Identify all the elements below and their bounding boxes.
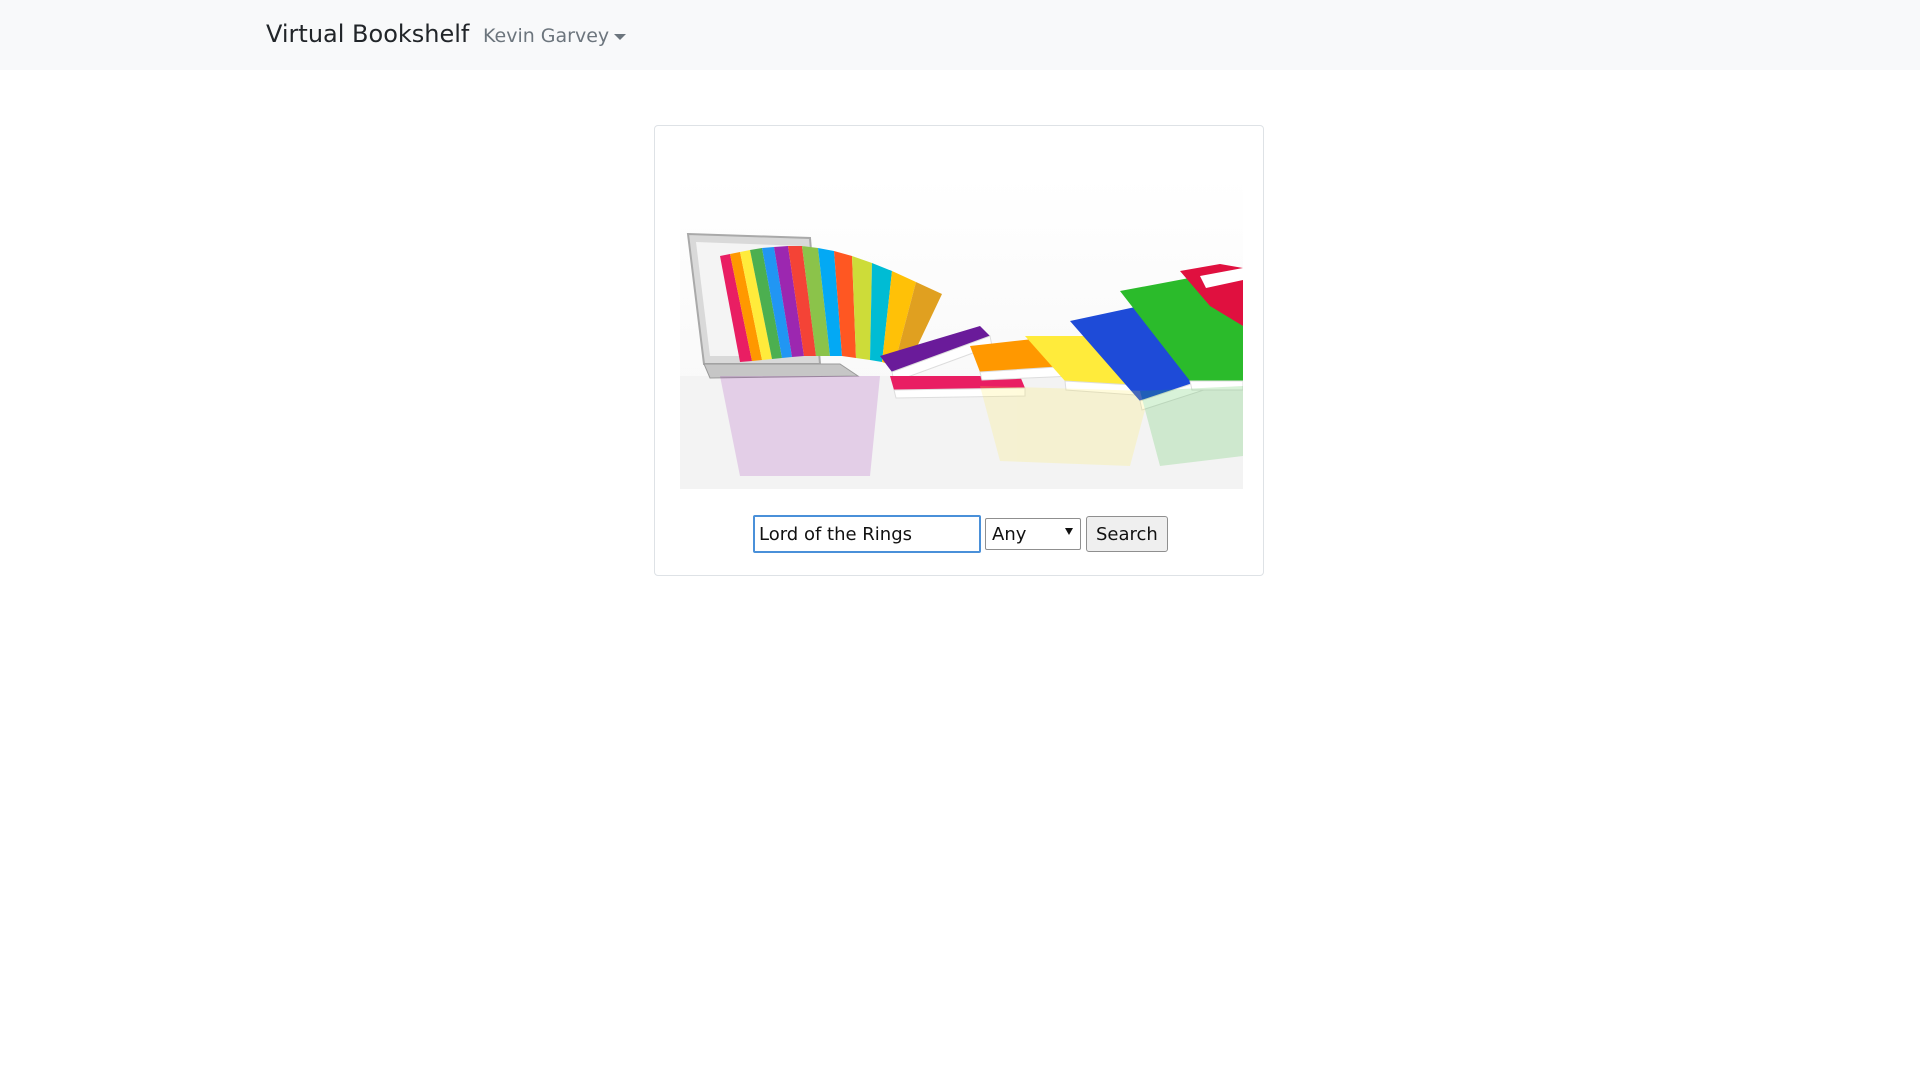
search-form: Any Search bbox=[753, 514, 1168, 554]
search-button[interactable]: Search bbox=[1086, 516, 1168, 552]
hero-image-books-laptop bbox=[680, 176, 1243, 489]
search-filter-selected: Any bbox=[992, 523, 1027, 545]
search-input[interactable] bbox=[753, 515, 981, 553]
brand-link[interactable]: Virtual Bookshelf bbox=[266, 20, 469, 48]
user-menu-dropdown[interactable]: Kevin Garvey bbox=[483, 25, 627, 47]
search-card: Any Search bbox=[654, 125, 1264, 576]
top-navbar: Virtual Bookshelf Kevin Garvey bbox=[0, 0, 1920, 70]
dropdown-arrow-icon bbox=[1065, 528, 1073, 535]
user-name-label: Kevin Garvey bbox=[483, 25, 610, 47]
search-filter-select[interactable]: Any bbox=[985, 518, 1081, 550]
caret-down-icon bbox=[614, 33, 627, 40]
